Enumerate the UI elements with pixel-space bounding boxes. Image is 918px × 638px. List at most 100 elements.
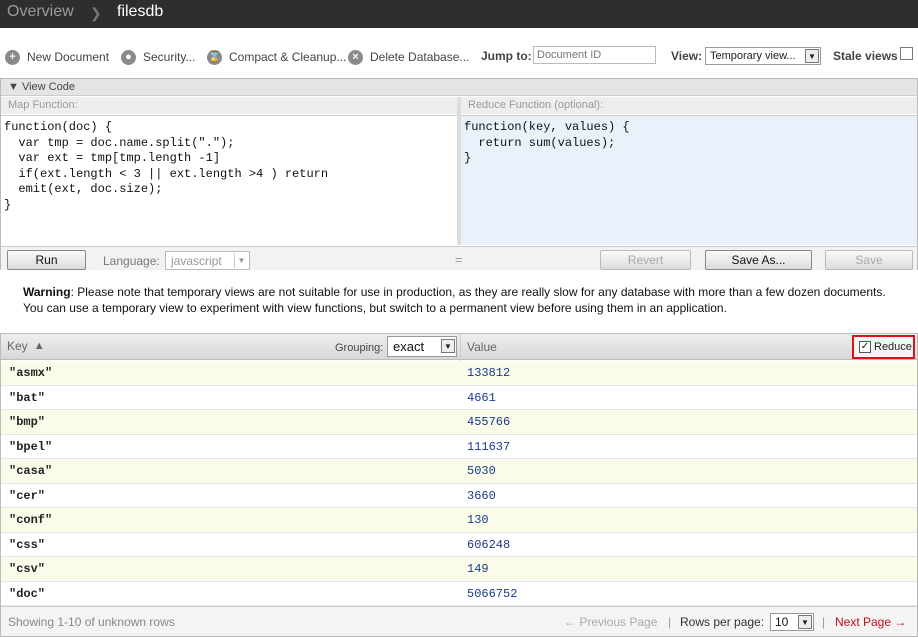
pagination-divider: | — [822, 615, 826, 629]
pagination-bar: Showing 1-10 of unknown rows ← Previous … — [1, 606, 917, 636]
row-value: 5066752 — [467, 586, 518, 601]
results-header: Key ▲ Grouping: exact ▼ Value ✓ Reduce — [1, 334, 917, 360]
save-button[interactable]: Save — [825, 250, 913, 270]
view-code-toggle[interactable]: ▼ View Code — [1, 79, 917, 96]
chevron-down-icon: ▼ — [798, 615, 812, 629]
security-label: Security... — [143, 50, 196, 64]
key-column-header[interactable]: Key ▲ — [7, 339, 45, 353]
code-button-row: Run Language: javascript ▼ = Revert Save… — [1, 246, 917, 270]
map-function-editor[interactable]: function(doc) { var tmp = doc.name.split… — [1, 115, 457, 245]
run-button[interactable]: Run — [7, 250, 86, 270]
row-key: "conf" — [9, 513, 53, 527]
plus-icon: + — [5, 49, 20, 65]
view-label: View: — [671, 49, 703, 63]
value-column-header: Value — [467, 340, 497, 354]
results-table: Key ▲ Grouping: exact ▼ Value ✓ Reduce "… — [0, 333, 918, 637]
row-value: 130 — [467, 513, 489, 527]
table-row[interactable]: "bmp" 455766 — [1, 410, 917, 435]
table-row[interactable]: "bat" 4661 — [1, 385, 917, 410]
row-key: "casa" — [9, 464, 53, 478]
grouping-select[interactable]: exact ▼ — [387, 336, 457, 357]
table-row[interactable]: "bpel" 111637 — [1, 434, 917, 459]
row-value: 133812 — [467, 366, 511, 380]
map-function-header: Map Function: — [1, 97, 457, 114]
compact-cleanup-button[interactable]: ⌛ Compact & Cleanup... — [207, 48, 346, 66]
security-button[interactable]: ● Security... — [121, 48, 195, 66]
reduce-function-header: Reduce Function (optional): — [461, 97, 917, 114]
row-key: "bmp" — [9, 415, 46, 429]
compact-label: Compact & Cleanup... — [229, 50, 347, 64]
table-row[interactable]: "doc" 5066752 — [1, 581, 917, 606]
rows-per-page-label: Rows per page: — [680, 615, 765, 629]
resize-handle[interactable]: = — [455, 252, 463, 267]
chevron-right-icon: ❯ — [90, 5, 102, 21]
table-row[interactable]: "asmx" 133812 — [1, 361, 917, 386]
table-row[interactable]: "conf" 130 — [1, 508, 917, 533]
key-header-label: Key — [7, 339, 28, 353]
view-code-panel: ▼ View Code Map Function: Reduce Functio… — [0, 78, 918, 270]
document-id-input[interactable] — [533, 46, 656, 64]
revert-button[interactable]: Revert — [600, 250, 691, 270]
language-select-value: javascript — [171, 254, 222, 268]
pagination-divider: | — [668, 615, 672, 629]
reduce-function-editor[interactable]: function(key, values) { return sum(value… — [461, 115, 917, 245]
warning-text: : Please note that temporary views are n… — [23, 285, 886, 315]
row-key: "asmx" — [9, 366, 53, 380]
results-rows: "asmx" 133812 "bat" 4661 "bmp" 455766 "bpel… — [1, 361, 917, 606]
reduce-checkbox[interactable]: ✓ — [859, 341, 871, 353]
row-value: 4661 — [467, 390, 496, 405]
chevron-down-icon: ▼ — [805, 49, 819, 63]
save-as-button[interactable]: Save As... — [705, 250, 812, 270]
table-row[interactable]: "css" 606248 — [1, 532, 917, 557]
grouping-label: Grouping: — [335, 342, 384, 354]
delete-icon: × — [348, 49, 363, 65]
row-value: 606248 — [467, 537, 511, 552]
next-page-link[interactable]: Next Page → — [835, 615, 906, 629]
table-row[interactable]: "csv" 149 — [1, 557, 917, 582]
new-document-label: New Document — [27, 50, 110, 64]
grouping-select-value: exact — [393, 339, 425, 354]
reduce-toggle[interactable]: ✓ Reduce — [852, 335, 915, 359]
row-key: "bat" — [9, 390, 46, 405]
breadcrumb-database: filesdb — [117, 3, 164, 20]
row-value: 455766 — [467, 415, 511, 429]
row-key: "css" — [9, 537, 46, 552]
reduce-function-code: function(key, values) { return sum(value… — [464, 120, 630, 165]
triangle-down-icon: ▼ — [8, 81, 19, 93]
row-key: "cer" — [9, 488, 46, 503]
rows-per-page-select[interactable]: 10 ▼ — [770, 613, 814, 631]
row-key: "bpel" — [9, 439, 53, 454]
language-select[interactable]: javascript ▼ — [165, 251, 250, 270]
map-function-code: function(doc) { var tmp = doc.name.split… — [4, 120, 329, 212]
row-key: "doc" — [9, 586, 46, 601]
table-row[interactable]: "cer" 3660 — [1, 483, 917, 508]
view-select[interactable]: Temporary view... ▼ — [705, 47, 821, 65]
row-value: 149 — [467, 562, 489, 576]
stale-views-label: Stale views — [833, 49, 898, 63]
stale-views-checkbox[interactable] — [900, 47, 913, 60]
row-value: 111637 — [467, 439, 511, 454]
chevron-down-icon: ▼ — [234, 253, 248, 268]
hourglass-icon: ⌛ — [207, 49, 222, 65]
warning-message: Warning: Please note that temporary view… — [23, 284, 893, 316]
top-bar: Overview ❯ filesdb — [0, 0, 918, 28]
reduce-label: Reduce — [874, 341, 912, 353]
chevron-down-icon: ▼ — [441, 339, 455, 353]
previous-page-link[interactable]: ← Previous Page — [564, 615, 657, 629]
row-key: "csv" — [9, 562, 46, 576]
table-row[interactable]: "casa" 5030 — [1, 459, 917, 484]
view-code-label: View Code — [21, 81, 75, 93]
delete-database-label: Delete Database... — [370, 50, 470, 64]
row-value: 5030 — [467, 464, 496, 478]
showing-rows-text: Showing 1-10 of unknown rows — [8, 615, 175, 629]
warning-label: Warning — [23, 285, 71, 299]
view-select-value: Temporary view... — [710, 50, 796, 62]
row-value: 3660 — [467, 488, 496, 503]
rows-per-page-value: 10 — [775, 615, 789, 629]
new-document-button[interactable]: + New Document — [5, 48, 109, 66]
delete-database-button[interactable]: × Delete Database... — [348, 48, 469, 66]
breadcrumb-overview[interactable]: Overview — [7, 3, 74, 21]
sort-ascending-icon: ▲ — [33, 340, 45, 352]
lock-icon: ● — [121, 49, 136, 65]
language-label: Language: — [103, 254, 160, 268]
